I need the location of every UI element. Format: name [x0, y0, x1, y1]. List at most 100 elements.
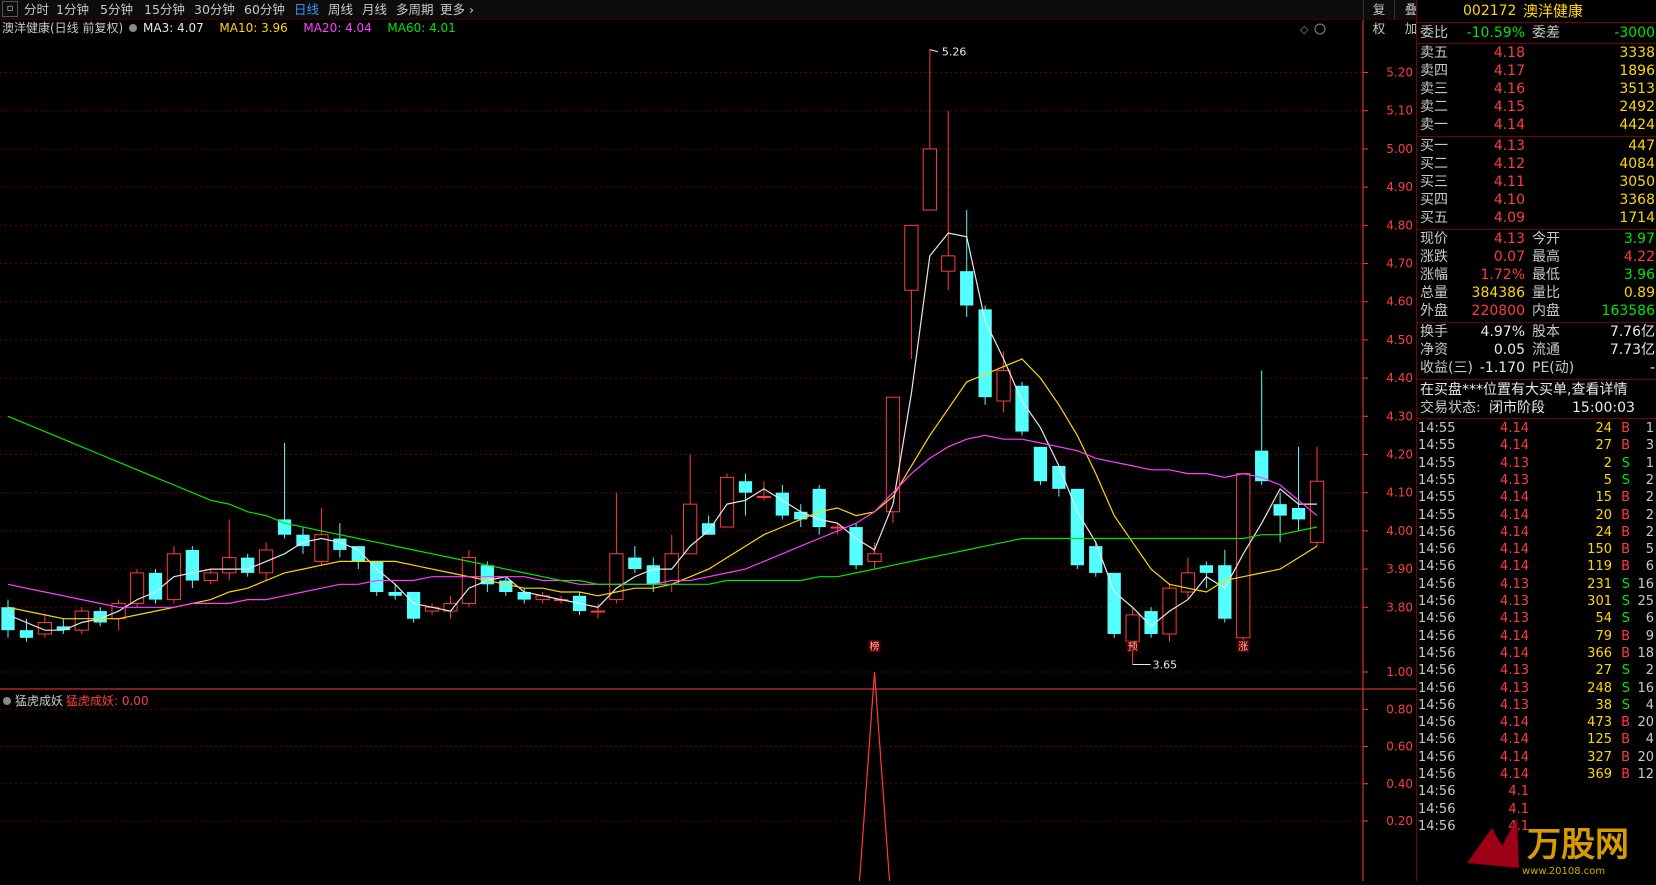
candle-body-40[interactable]: [738, 481, 753, 493]
candle-body-47[interactable]: [867, 553, 882, 562]
candle-body-22[interactable]: [406, 591, 421, 619]
candle-body-50[interactable]: [922, 148, 937, 211]
candle-body-4[interactable]: [74, 610, 89, 631]
bid-level-1[interactable]: 买一 4.13 447: [1417, 137, 1656, 155]
candle-body-10[interactable]: [185, 549, 200, 581]
candle-body-41[interactable]: [756, 495, 772, 498]
tick-row[interactable]: 14:55 4.14 20 B 2: [1417, 507, 1656, 525]
period-tab-7[interactable]: 周线: [328, 1, 353, 18]
tick-row[interactable]: 14:56 4.14 24 B 2: [1417, 524, 1656, 542]
candle-body-70[interactable]: [1291, 507, 1306, 520]
candle-body-43[interactable]: [794, 511, 808, 520]
period-tab-3[interactable]: 15分钟: [144, 1, 185, 18]
chart-collapse-icon[interactable]: ◇: [1300, 23, 1309, 36]
stat-row-1[interactable]: 涨跌 0.07 最高 4.22: [1417, 248, 1656, 266]
tick-row[interactable]: 14:56 4.14 79 B 9: [1417, 628, 1656, 646]
ask-level-2[interactable]: 卖二 4.15 2492: [1417, 98, 1656, 116]
candle-body-1[interactable]: [19, 630, 34, 638]
candle-body-42[interactable]: [775, 492, 789, 516]
stat-row-0[interactable]: 现价 4.13 今开 3.97: [1417, 230, 1656, 248]
notice-text[interactable]: 在买盘***位置有大买单,查看详情: [1420, 381, 1627, 399]
fund-row-1[interactable]: 净资 0.05 流通 7.73亿: [1417, 341, 1656, 359]
indicator-settings-icon[interactable]: [3, 697, 11, 705]
candle-body-48[interactable]: [885, 396, 901, 513]
candle-body-7[interactable]: [129, 572, 145, 604]
tick-row[interactable]: 14:56 4.13 231 S 16: [1417, 576, 1656, 594]
period-tab-6[interactable]: 日线: [294, 1, 319, 18]
tick-row[interactable]: 14:56 4.13 248 S 16: [1417, 680, 1656, 698]
toolbar-button-0[interactable]: 复权: [1363, 0, 1394, 36]
candle-body-60[interactable]: [1107, 572, 1121, 634]
event-marker-1[interactable]: 预: [1128, 641, 1138, 653]
candle-body-21[interactable]: [388, 591, 402, 596]
candle-body-49[interactable]: [904, 224, 919, 291]
tick-row[interactable]: 14:56 4.13 54 S 6: [1417, 610, 1656, 628]
stat-row-3[interactable]: 总量 384386 量比 0.89: [1417, 284, 1656, 302]
period-tab-8[interactable]: 月线: [362, 1, 387, 18]
window-menu-icon[interactable]: ▫: [2, 1, 18, 17]
bid-level-4[interactable]: 买四 4.10 3368: [1417, 191, 1656, 209]
bid-level-2[interactable]: 买二 4.12 4084: [1417, 155, 1656, 173]
period-tab-2[interactable]: 5分钟: [100, 1, 133, 18]
candle-body-12[interactable]: [222, 557, 237, 574]
fund-row-2[interactable]: 收益(三) -1.170 PE(动) -: [1417, 359, 1656, 377]
tick-row[interactable]: 14:55 4.14 15 B 2: [1417, 489, 1656, 507]
candle-body-66[interactable]: [1218, 565, 1232, 619]
candle-body-65[interactable]: [1199, 565, 1214, 573]
candle-body-35[interactable]: [646, 565, 660, 585]
candle-body-69[interactable]: [1273, 504, 1287, 516]
candle-body-25[interactable]: [461, 557, 477, 604]
candle-body-54[interactable]: [996, 369, 1011, 402]
candle-body-46[interactable]: [849, 527, 863, 566]
tick-row[interactable]: 14:55 4.13 5 S 2: [1417, 472, 1656, 490]
chart-options-icon[interactable]: [1314, 23, 1326, 35]
period-tab-1[interactable]: 1分钟: [56, 1, 89, 18]
candle-body-61[interactable]: [1125, 614, 1140, 643]
candle-body-56[interactable]: [1033, 446, 1048, 482]
tick-row[interactable]: 14:56 4.14 369 B 12: [1417, 766, 1656, 784]
event-marker-0[interactable]: 榜: [870, 640, 880, 653]
tick-row[interactable]: 14:56 4.1: [1417, 783, 1656, 801]
candle-body-34[interactable]: [628, 557, 642, 570]
ma-settings-icon[interactable]: [129, 24, 137, 32]
tick-row[interactable]: 14:56 4.14 327 B 20: [1417, 749, 1656, 767]
big-order-notice[interactable]: 在买盘***位置有大买单,查看详情: [1417, 381, 1656, 399]
candle-body-0[interactable]: [1, 607, 15, 631]
tick-row[interactable]: 14:55 4.14 27 B 3: [1417, 437, 1656, 455]
period-tab-9[interactable]: 多周期: [396, 1, 434, 18]
bid-level-3[interactable]: 买三 4.11 3050: [1417, 173, 1656, 191]
candle-body-51[interactable]: [941, 255, 956, 272]
tick-row[interactable]: 14:56 4.13 38 S 4: [1417, 697, 1656, 715]
candle-body-27[interactable]: [499, 580, 513, 592]
stat-row-4[interactable]: 外盘 220800 内盘 163586: [1417, 302, 1656, 320]
tick-row[interactable]: 14:56 4.13 27 S 2: [1417, 662, 1656, 680]
candle-body-39[interactable]: [719, 476, 735, 528]
candle-body-20[interactable]: [370, 561, 384, 592]
tick-row[interactable]: 14:55 4.13 2 S 1: [1417, 455, 1656, 473]
fund-row-0[interactable]: 换手 4.97% 股本 7.76亿: [1417, 323, 1656, 341]
stat-row-2[interactable]: 涨幅 1.72% 最低 3.96: [1417, 266, 1656, 284]
ask-level-5[interactable]: 卖五 4.18 3338: [1417, 44, 1656, 62]
tick-row[interactable]: 14:56 4.14 150 B 5: [1417, 541, 1656, 559]
ask-level-1[interactable]: 卖一 4.14 4424: [1417, 116, 1656, 134]
candle-body-52[interactable]: [960, 271, 974, 306]
tick-row[interactable]: 14:56 4.14 125 B 4: [1417, 731, 1656, 749]
tick-row[interactable]: 14:56 4.14 366 B 18: [1417, 645, 1656, 663]
chart-area[interactable]: 5.20 5.10 5.00 4.90 4.80 4.70 4.60 4.50 4.40 4.30…: [0, 20, 1416, 882]
candle-body-44[interactable]: [812, 488, 826, 528]
candle-body-8[interactable]: [148, 572, 163, 600]
period-tab-10[interactable]: 更多 ›: [440, 1, 474, 18]
candle-body-59[interactable]: [1089, 546, 1103, 573]
candle-body-16[interactable]: [296, 534, 310, 547]
tick-row[interactable]: 14:56 4.13 301 S 25: [1417, 593, 1656, 611]
candle-body-53[interactable]: [978, 309, 992, 398]
ask-level-4[interactable]: 卖四 4.17 1896: [1417, 62, 1656, 80]
tick-row[interactable]: 14:55 4.14 24 B 1: [1417, 420, 1656, 438]
bid-level-5[interactable]: 买五 4.09 1714: [1417, 209, 1656, 227]
period-tab-5[interactable]: 60分钟: [244, 1, 285, 18]
candle-body-32[interactable]: [590, 610, 606, 613]
candle-body-11[interactable]: [203, 572, 218, 582]
period-tab-0[interactable]: 分时: [24, 1, 49, 18]
tick-row[interactable]: 14:56 4.14 473 B 20: [1417, 714, 1656, 732]
kline-chart[interactable]: 5.20 5.10 5.00 4.90 4.80 4.70 4.60 4.50 4.40 4.30…: [0, 20, 1416, 882]
